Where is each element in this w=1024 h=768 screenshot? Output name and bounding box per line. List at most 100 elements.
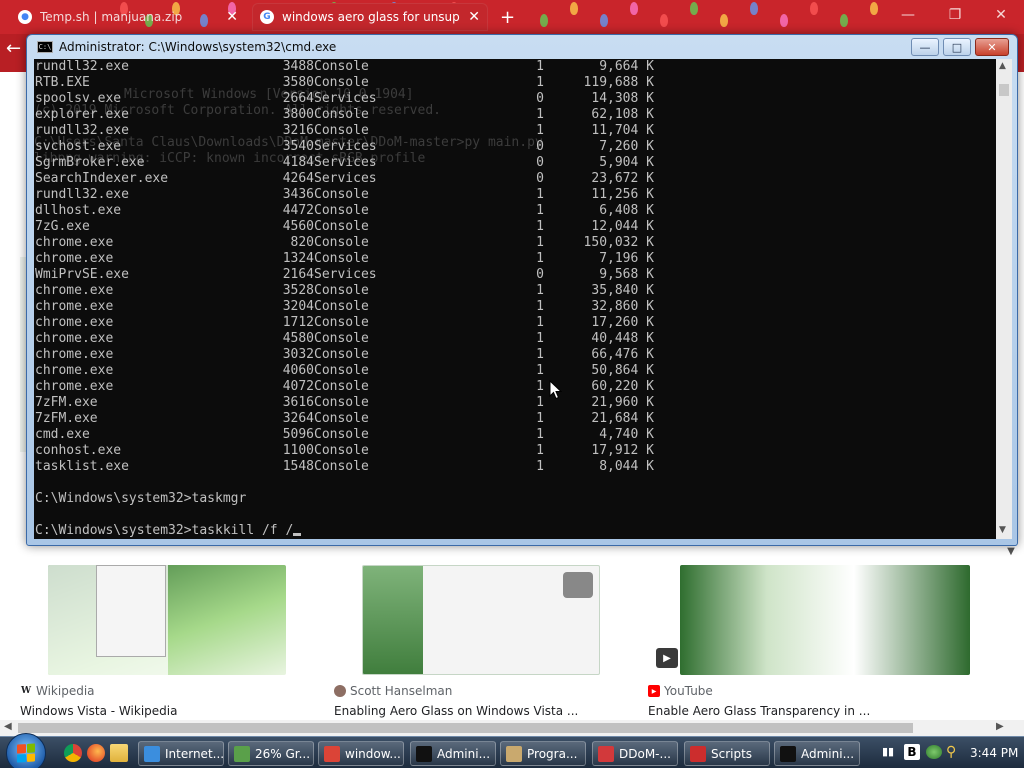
process-pid: 4560 <box>282 219 314 234</box>
result-title-link[interactable]: Windows Vista - Wikipedia <box>20 704 177 718</box>
process-session: Console <box>314 459 369 474</box>
prompt-line-active[interactable]: C:\Windows\system32>taskkill /f / <box>35 523 302 539</box>
minimize-button[interactable]: — <box>911 38 939 56</box>
taskbar-button[interactable]: DDoM-... <box>592 741 678 766</box>
result-title-link[interactable]: Enabling Aero Glass on Windows Vista ... <box>334 704 578 718</box>
tab-title: Temp.sh | manjuana.zip <box>40 10 183 24</box>
process-session-number: 0 <box>536 155 544 170</box>
process-session: Console <box>314 395 369 410</box>
cmd-title-bar[interactable]: C:\ Administrator: C:\Windows\system32\c… <box>27 35 1017 59</box>
light-bulb-icon <box>660 14 668 27</box>
new-tab-button[interactable]: + <box>500 7 515 28</box>
taskbar-button[interactable]: Admini... <box>410 741 496 766</box>
process-memory: 5,904 K <box>599 155 654 170</box>
search-icon[interactable]: ⚲ <box>946 744 956 760</box>
taskbar-button[interactable]: Admini... <box>774 741 860 766</box>
tab-windows-aero[interactable]: G windows aero glass for unsuppo ✕ <box>252 3 488 31</box>
taskbar-button[interactable]: Progra... <box>500 741 586 766</box>
scroll-left-icon[interactable]: ◀ <box>4 721 12 732</box>
back-arrow-icon[interactable]: ← <box>6 38 21 59</box>
result-source[interactable]: Scott Hanselman <box>334 684 452 698</box>
process-memory: 119,688 K <box>583 75 654 90</box>
minimize-button[interactable]: — <box>885 2 931 28</box>
result-source[interactable]: W Wikipedia <box>20 684 95 698</box>
light-bulb-icon <box>630 2 638 15</box>
taskbar-button-label: Internet... <box>165 746 224 761</box>
source-label: Scott Hanselman <box>350 684 453 698</box>
taskbar-button-label: Progra... <box>527 746 578 761</box>
browser-tab-strip: ● Temp.sh | manjuana.zip ✕ G windows aer… <box>0 0 1024 34</box>
close-button[interactable]: ✕ <box>978 2 1024 28</box>
scroll-down-icon[interactable]: ▼ <box>1003 546 1019 564</box>
folder-icon[interactable] <box>110 744 128 762</box>
process-memory: 7,196 K <box>599 251 654 266</box>
process-memory: 35,840 K <box>591 283 654 298</box>
close-button[interactable]: ✕ <box>975 38 1009 56</box>
process-pid: 3032 <box>282 347 314 362</box>
source-label: YouTube <box>664 684 713 698</box>
cmd-window[interactable]: C:\ Administrator: C:\Windows\system32\c… <box>26 34 1018 546</box>
scroll-down-icon[interactable]: ▼ <box>999 525 1006 535</box>
console-vertical-scrollbar[interactable]: ▲ ▼ <box>996 59 1012 539</box>
process-name: explorer.exe <box>35 107 129 122</box>
light-bulb-icon <box>540 14 548 27</box>
result-thumbnail-wikipedia[interactable] <box>48 565 286 675</box>
result-thumbnail-hanselman[interactable] <box>362 565 600 675</box>
close-icon[interactable]: ✕ <box>468 9 480 25</box>
process-session-number: 1 <box>536 59 544 74</box>
taskbar-button[interactable]: window... <box>318 741 404 766</box>
process-session-number: 1 <box>536 219 544 234</box>
process-pid: 3800 <box>282 107 314 122</box>
taskbar-button[interactable]: Scripts <box>684 741 770 766</box>
maximize-button[interactable]: □ <box>943 38 971 56</box>
light-bulb-icon <box>750 2 758 15</box>
ddom-icon <box>598 745 614 762</box>
process-session-number: 1 <box>536 443 544 458</box>
process-memory: 12,044 K <box>591 219 654 234</box>
process-session: Console <box>314 219 369 234</box>
scroll-right-icon[interactable]: ▶ <box>996 721 1004 732</box>
clock[interactable]: 3:44 PM <box>970 746 1018 760</box>
process-memory: 11,256 K <box>591 187 654 202</box>
result-title-link[interactable]: Enable Aero Glass Transparency in ... <box>648 704 870 718</box>
process-session-number: 1 <box>536 123 544 138</box>
process-pid: 1100 <box>282 443 314 458</box>
process-session-number: 0 <box>536 139 544 154</box>
light-bulb-icon <box>780 14 788 27</box>
taskbar-button-label: window... <box>345 746 401 761</box>
taskbar-button[interactable]: 26% Gr... <box>228 741 314 766</box>
restore-button[interactable]: ❐ <box>932 2 978 28</box>
process-memory: 6,408 K <box>599 203 654 218</box>
process-session-number: 1 <box>536 459 544 474</box>
scrollbar-thumb[interactable] <box>999 84 1009 96</box>
process-pid: 1712 <box>282 315 314 330</box>
firefox-icon[interactable] <box>87 744 105 762</box>
page-horizontal-scrollbar[interactable]: ◀ ▶ <box>0 720 1024 736</box>
process-pid: 3488 <box>282 59 314 74</box>
process-session-number: 1 <box>536 395 544 410</box>
process-pid: 820 <box>290 235 314 250</box>
start-button[interactable] <box>6 733 46 768</box>
network-icon[interactable] <box>926 745 942 759</box>
taskbar-button-label: Admini... <box>801 746 855 761</box>
process-session-number: 1 <box>536 315 544 330</box>
process-memory: 14,308 K <box>591 91 654 106</box>
chrome-icon[interactable] <box>64 744 82 762</box>
process-memory: 66,476 K <box>591 347 654 362</box>
close-icon[interactable]: ✕ <box>226 9 238 25</box>
console-output[interactable]: Microsoft Windows [Version 10.0.1904] (c… <box>34 59 996 539</box>
tray-app-icon[interactable]: B <box>904 744 920 760</box>
light-bulb-icon <box>690 2 698 15</box>
scrollbar-thumb[interactable] <box>18 723 913 733</box>
tab-temp-sh[interactable]: ● Temp.sh | manjuana.zip ✕ <box>10 3 246 31</box>
taskbar-button[interactable]: Internet... <box>138 741 224 766</box>
play-icon[interactable]: ▶ <box>656 648 678 668</box>
process-name: chrome.exe <box>35 299 114 314</box>
show-hidden-icons-icon[interactable]: ▮▮ <box>882 745 894 758</box>
process-pid: 3264 <box>282 411 314 426</box>
process-session: Console <box>314 299 369 314</box>
result-thumbnail-youtube[interactable] <box>680 565 970 675</box>
result-source[interactable]: ▶ YouTube <box>648 684 713 698</box>
mouse-cursor-icon <box>549 380 562 400</box>
scroll-up-icon[interactable]: ▲ <box>999 61 1006 71</box>
